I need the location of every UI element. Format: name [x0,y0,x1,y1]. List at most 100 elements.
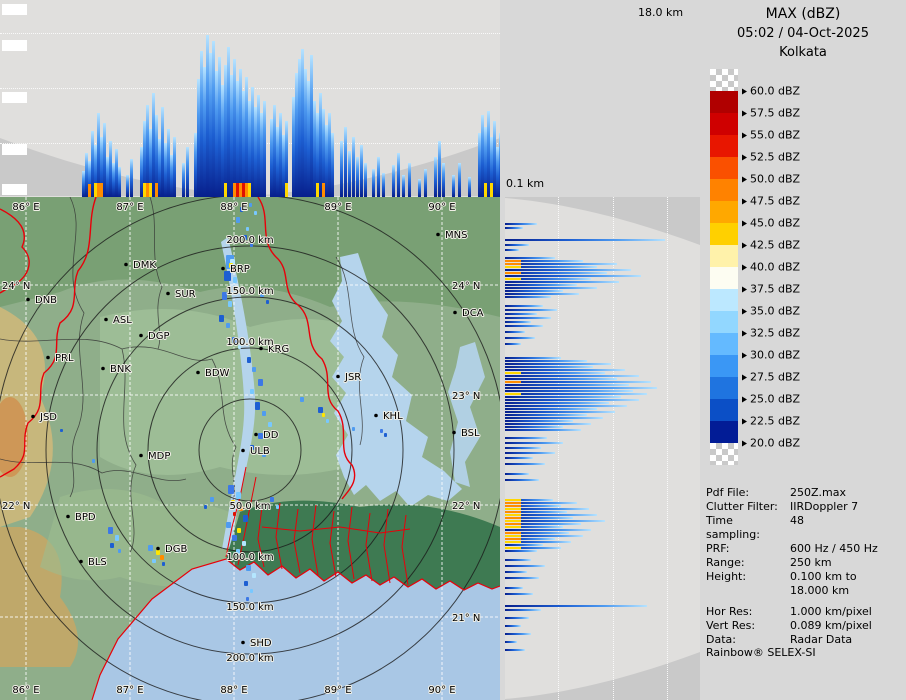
metadata-row: 18.000 km [706,584,904,598]
legend-scale-label: 35.0 dBZ [742,305,800,318]
city-dot [139,334,143,338]
city-dot [104,318,108,322]
longitude-label: 86° E [12,202,39,213]
profile-bar-core [505,272,521,274]
scale-arrow-icon [742,330,747,336]
legend-swatch [710,179,738,201]
echo-blob [228,301,232,307]
scale-arrow-icon [742,418,747,424]
city-label: PRL [55,353,74,364]
profile-bar [505,227,523,229]
profile-bar [505,452,555,454]
profile-bar [505,538,555,540]
legend-title: MAX (dBZ) [700,0,906,22]
echo-blob [247,357,251,363]
city-label: SUR [175,289,196,300]
city-dot [31,415,35,419]
range-ring-label: 200.0 km [226,653,273,664]
profile-bar [505,375,639,377]
city-label: BLS [88,557,107,568]
profile-bar [505,399,639,401]
profile-bar-core [285,183,288,197]
city-dot [139,454,143,458]
echo-blob [156,550,160,555]
profile-bar [424,169,427,197]
profile-bar [505,393,647,395]
profile-bar [408,163,411,197]
profile-bar [505,535,583,537]
echo-blob [252,573,256,578]
profile-bar [505,423,591,425]
echo-blob [108,527,113,534]
legend-scale-label: 22.5 dBZ [742,415,800,428]
city-dot [79,560,83,564]
metadata-label: Time sampling: [706,514,790,542]
profile-bar [505,457,533,459]
legend-swatch-column [710,69,738,465]
echo-blob [232,535,237,541]
profile-bar [130,159,133,197]
profile-bar [118,167,121,197]
legend-scale-label: 27.5 dBZ [742,371,800,384]
range-ring-label: 150.0 km [226,602,273,613]
echo-blob [60,429,63,432]
profile-bar [505,605,647,607]
profile-bar-core [505,547,521,549]
profile-bar [505,331,525,333]
profile-bar [505,337,535,339]
horizontal-profile-bars [505,197,700,700]
legend-swatch [710,421,738,443]
profile-bar [505,508,589,510]
echo-blob [262,411,266,416]
echo-blob [160,555,164,560]
echo-blob [384,433,387,437]
metadata-value: 1.000 km/pixel [790,605,872,619]
profile-bar-core [505,393,521,395]
city-label: MNS [445,230,467,241]
legend-scale-label: 32.5 dBZ [742,327,800,340]
legend-swatch [710,245,738,267]
profile-bar [186,147,189,197]
scale-arrow-icon [742,374,747,380]
profile-bar [285,121,288,197]
echo-blob [250,389,254,394]
metadata-value: 600 Hz / 450 Hz [790,542,878,556]
city-label: ASL [113,315,132,326]
city-label: BNK [110,364,131,375]
city-label: MDP [148,451,170,462]
metadata-row: Range:250 km [706,556,904,570]
profile-bar [505,317,551,319]
profile-bar [505,402,609,404]
profile-bar [392,165,395,197]
echo-blob [244,581,248,586]
echo-blob [266,300,269,304]
profile-bar [505,502,577,504]
city-dot [453,311,457,315]
profile-bar-core [505,538,521,540]
scale-arrow-icon [742,88,747,94]
echo-blob [219,315,224,322]
echo-blob [115,535,119,541]
profile-bar [434,157,437,197]
echo-blob [249,203,252,207]
metadata-label: Height: [706,570,790,584]
latitude-label: 24° N [452,281,480,292]
metadata-label: PRF: [706,542,790,556]
profile-bar [356,157,359,197]
profile-bar [505,257,555,259]
profile-bar [505,544,543,546]
longitude-label: 89° E [324,685,351,696]
profile-bar [458,163,461,197]
profile-bar-core [505,523,521,525]
profile-bar [505,547,561,549]
profile-bar [505,309,557,311]
metadata-value: 18.000 km [790,584,849,598]
profile-bar-core [505,517,521,519]
profile-bar [505,290,563,292]
echo-blob [246,597,249,601]
scale-arrow-icon [742,220,747,226]
profile-bar-core [505,535,521,537]
city-dot [436,233,440,237]
city-label: BRP [230,264,250,275]
metadata-row: Time sampling:48 [706,514,904,542]
